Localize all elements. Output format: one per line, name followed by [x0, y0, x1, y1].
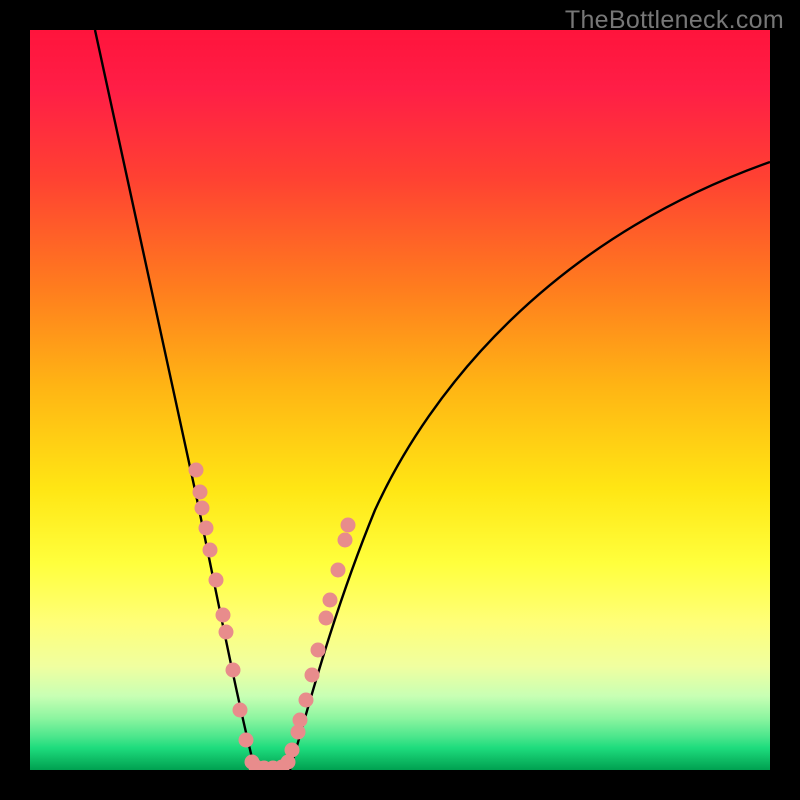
data-marker — [193, 485, 208, 500]
markers-group — [189, 463, 356, 771]
data-marker — [195, 501, 210, 516]
chart-frame: TheBottleneck.com — [0, 0, 800, 800]
data-marker — [323, 593, 338, 608]
data-marker — [285, 743, 300, 758]
data-marker — [239, 733, 254, 748]
data-marker — [338, 533, 353, 548]
data-marker — [293, 713, 308, 728]
data-marker — [219, 625, 234, 640]
data-marker — [341, 518, 356, 533]
chart-svg — [30, 30, 770, 770]
right-curve — [290, 162, 770, 770]
data-marker — [331, 563, 346, 578]
data-marker — [305, 668, 320, 683]
data-marker — [233, 703, 248, 718]
data-marker — [311, 643, 326, 658]
data-marker — [203, 543, 218, 558]
data-marker — [299, 693, 314, 708]
data-marker — [226, 663, 241, 678]
watermark-text: TheBottleneck.com — [565, 6, 784, 35]
plot-area — [30, 30, 770, 770]
data-marker — [319, 611, 334, 626]
data-marker — [199, 521, 214, 536]
data-marker — [189, 463, 204, 478]
data-marker — [209, 573, 224, 588]
data-marker — [216, 608, 231, 623]
left-curve — [95, 30, 255, 770]
